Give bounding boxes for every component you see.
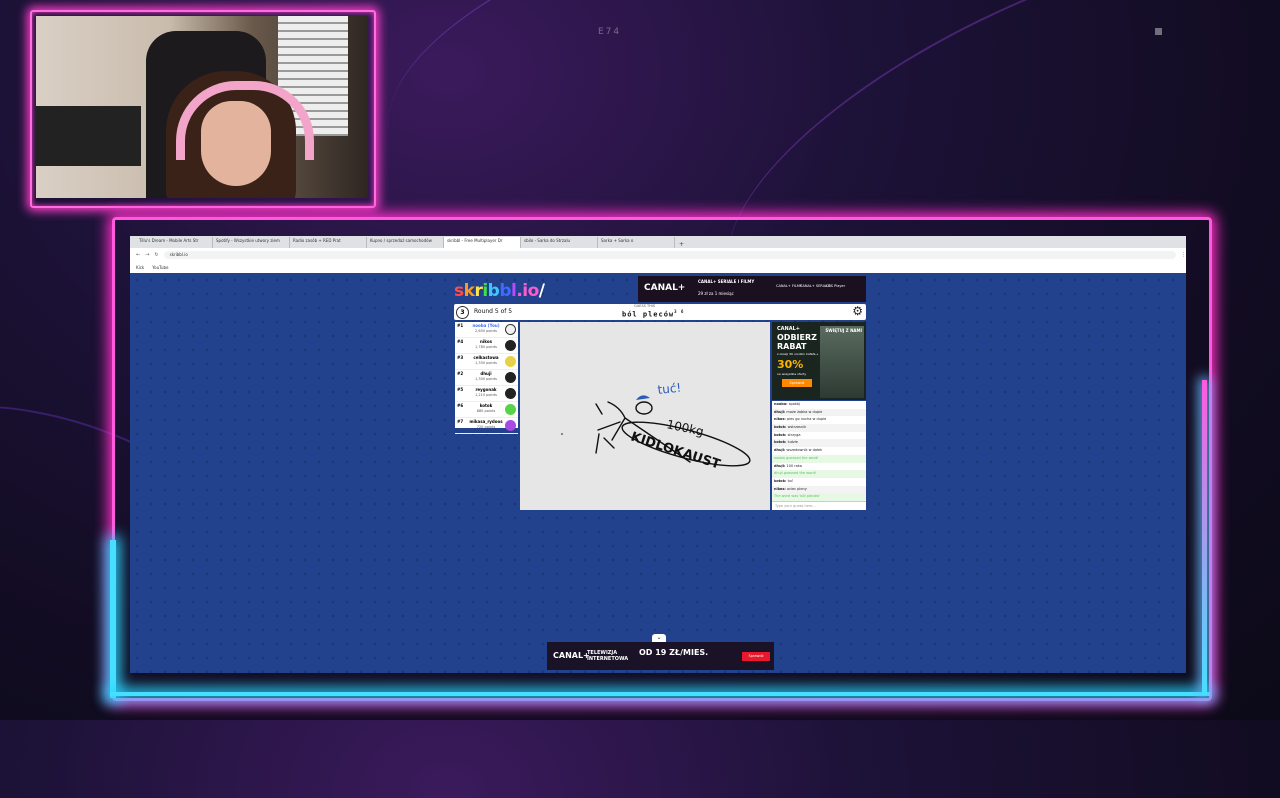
banner-ad-top[interactable]: CANAL+ CANAL+ SERIALE I FILMY 29 zł za 1… [638,276,866,302]
player-avatar [505,388,516,399]
chat-message: nooba: spokój [774,402,800,406]
browser-tab[interactable]: sbilo - Sarka do Strzalu [521,237,598,248]
stick-figure-body [595,401,626,454]
back-icon[interactable]: ← [136,252,140,258]
player-row[interactable]: #4 nikos 1,780 points [455,338,518,354]
drawing-canvas[interactable]: tuć! 100kg KIDLOKAUST [520,322,770,510]
chat-log[interactable]: nooba: spokój dhuji: może żabka w dupie … [772,401,866,501]
chat-message: kotok: ludzie [772,439,866,448]
player-avatar [505,404,516,415]
chat-message: kotok: tuć [774,478,794,483]
player-row[interactable]: #2 dhuji 1,300 points [455,370,518,386]
player-avatar [505,356,516,367]
player-list: #1 nooba (You) 2,650 points #4 nikos 1,7… [455,322,518,434]
guess-label: GUESS THIS [634,304,656,308]
bookmark-item[interactable]: YouTube [152,265,168,270]
settings-gear-icon[interactable]: ⚙ [852,305,863,318]
chat-message: nikos: ociec pleny [772,485,866,494]
tab-bar: Tillu's Dream - Mobile Arts Str Spotify … [130,236,1186,248]
chat-message-guessed: dhuji guessed the word! [772,470,866,478]
browser-tab-active[interactable]: skribbl - Free Multiplayer Dr [444,237,521,248]
player-avatar [505,372,516,383]
browser-tab[interactable]: Spotify - Wszystkie utwory ziem [213,237,290,248]
player-avatar [505,340,516,351]
chat-message-guessed: nooba guessed the word! [772,454,866,463]
cap-icon [636,395,650,400]
word-hint: ból pleców3 6 [622,309,685,319]
player-row[interactable]: #3 celkastowa 1,350 points [455,354,518,370]
player-row[interactable]: #5 reygonak 1,210 points [455,386,518,402]
bookmark-item[interactable]: Kick [136,265,144,270]
skribbl-logo[interactable]: skribbl.io/ [454,281,545,301]
player-row[interactable]: #1 nooba (You) 2,650 points [455,322,518,338]
extensions-icon[interactable]: ⋮ [1181,252,1186,258]
forward-icon[interactable]: → [145,252,149,258]
player-row[interactable]: #6 kotok 880 points [455,402,518,418]
hud-indicator [1155,28,1162,35]
banner-ad-bottom[interactable]: CANAL+ TELEWIZJA INTERNETOWA OD 19 ZŁ/MI… [547,642,774,670]
chat-message: kotok: wstrzasnik [772,424,866,432]
chat-message: nikos: pies go nucha w dupie [774,417,827,422]
new-tab-button[interactable]: + [675,241,688,248]
ad-cta-button[interactable]: Sprawdź [742,652,770,661]
player-avatar [505,420,516,431]
chat-message: dhuji: 100 raka [774,463,802,468]
game-header: 3 Round 5 of 5 GUESS THIS ból pleców3 6 … [454,304,866,320]
player-row[interactable]: #7 mikasa_rydoos 720 points [455,418,518,434]
chat-message: dhuji: wszedownik w dołek [774,448,823,453]
browser-window: Tillu's Dream - Mobile Arts Str Spotify … [130,236,1186,673]
ad-cta-button[interactable]: Sprawdź [782,379,812,387]
chat-message: kotok: strzyga [774,432,801,437]
neon-accent-left [110,540,116,698]
timer: 3 [456,306,469,319]
address-bar[interactable]: skribbl.io [163,250,1176,259]
browser-tab[interactable]: Tillu's Dream - Mobile Arts Str [136,237,213,248]
chat-message: dhuji: może żabka w dupie [772,408,866,417]
browser-tab[interactable]: Kupno / sprzedaż samochodów [367,237,444,248]
browser-tab[interactable]: Sarka + Sarka o [598,237,675,248]
drawing-text-weight: 100kg [665,417,705,438]
chat-message-word-reveal: The word was 'ból pleców' [772,493,866,501]
round-label: Round 5 of 5 [474,308,513,315]
webcam-feed [36,16,368,198]
reload-icon[interactable]: ↻ [154,252,158,258]
browser-toolbar: ← → ↻ skribbl.io ⋮ [130,248,1186,261]
drawing: tuć! 100kg KIDLOKAUST [561,381,751,473]
hud-center-text: E74 [598,27,622,37]
drawing-text-top: tuć! [657,381,682,397]
player-avatar [505,324,516,335]
neon-accent-right [1202,380,1207,695]
banner-ad-side[interactable]: ŚWIĘTUJ Z NAMI CANAL+ ODBIERZ RABAT z ok… [772,322,866,400]
stick-figure-head [635,401,653,415]
ad-collapse-button[interactable]: ⌄ [652,634,666,642]
neon-accent-bottom [110,692,1210,696]
browser-tab[interactable]: Radio zasób + RED Prat [290,237,367,248]
ad-brand: CANAL+ [644,283,686,293]
chat-input[interactable]: Type your guess here... [772,501,866,510]
